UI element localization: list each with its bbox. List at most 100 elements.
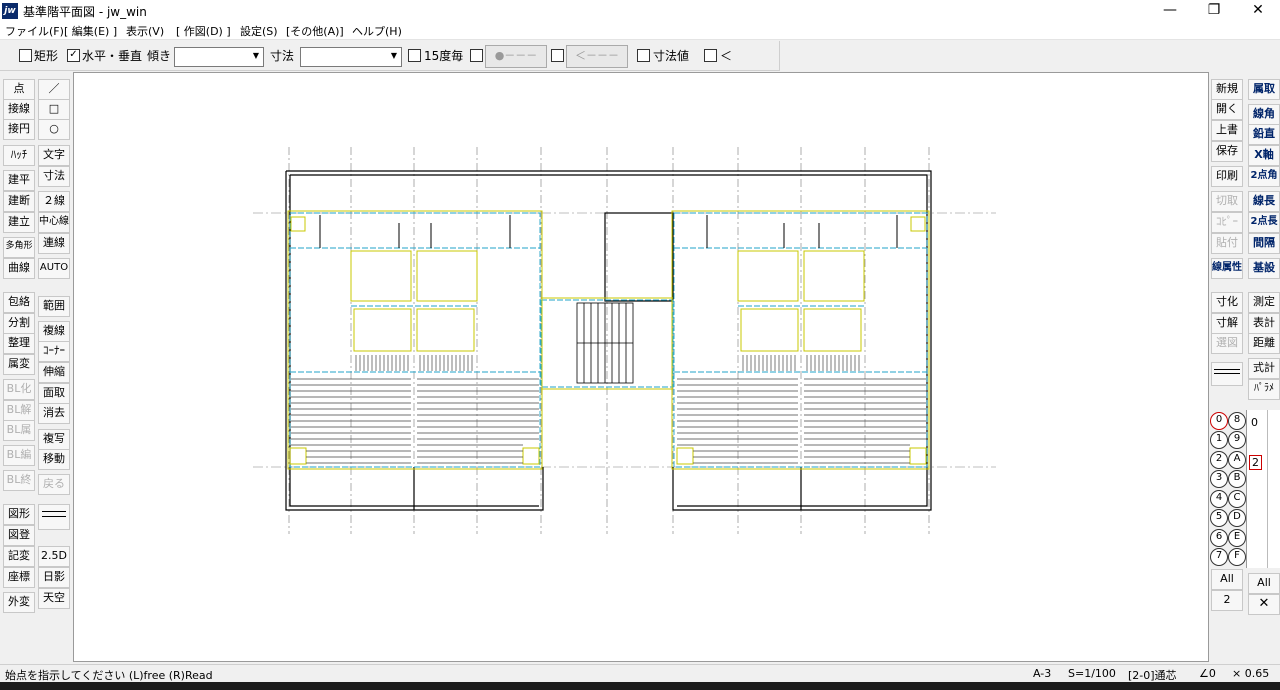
tool-tangent-line[interactable]: 接線 (3, 99, 35, 120)
zoom-indicator[interactable]: × 0.65 (1232, 667, 1269, 680)
tool-bl-end[interactable]: BL終 (3, 470, 35, 491)
tool-symbol-change[interactable]: 記変 (3, 546, 35, 567)
tool-divide[interactable]: 分割 (3, 313, 35, 334)
tool-dimension[interactable]: 寸法 (38, 166, 70, 187)
tool-envelope[interactable]: 包絡 (3, 292, 35, 313)
tool-linetype-box[interactable] (1211, 362, 1243, 386)
arrow-checkbox[interactable] (551, 49, 564, 62)
tool-print[interactable]: 印刷 (1211, 166, 1243, 187)
tool-vertical[interactable]: 鉛直 (1248, 124, 1280, 145)
dim-combo[interactable]: ▼ (300, 47, 402, 67)
tool-spacing[interactable]: 間隔 (1248, 233, 1280, 254)
menu-edit[interactable]: [ 編集(E) ] (64, 23, 117, 39)
tool-center-line[interactable]: 中心線 (38, 212, 70, 233)
layer-button-a[interactable]: A (1228, 451, 1246, 469)
layer-button-e[interactable]: E (1228, 529, 1246, 547)
menu-help[interactable]: ヘルプ(H) (352, 23, 402, 39)
circle-checkbox[interactable] (470, 49, 483, 62)
tool-tangent-circle[interactable]: 接円 (3, 119, 35, 140)
tool-copy-clip[interactable]: ｺﾋﾟｰ (1211, 212, 1243, 233)
group-button-4[interactable]: 4 (1210, 490, 1228, 508)
paper-size-indicator[interactable]: A-3 (1033, 667, 1051, 680)
maximize-button[interactable]: ❐ (1192, 0, 1236, 22)
tool-parameters[interactable]: ﾊﾟﾗﾒ (1248, 379, 1280, 400)
group-button-3[interactable]: 3 (1210, 470, 1228, 488)
menu-other[interactable]: [その他(A)] (286, 23, 344, 39)
layer-indicator[interactable]: [2-0]通芯 (1128, 667, 1177, 683)
lt-checkbox[interactable] (704, 49, 717, 62)
tool-move[interactable]: 移動 (38, 449, 70, 470)
tool-cleanup[interactable]: 整理 (3, 333, 35, 354)
group-button-5[interactable]: 5 (1210, 509, 1228, 527)
minimize-button[interactable]: — (1148, 0, 1192, 22)
dimvalue-checkbox[interactable] (637, 49, 650, 62)
tool-rectangle[interactable]: □ (38, 99, 70, 120)
close-button[interactable]: ✕ (1236, 0, 1280, 22)
rect-checkbox[interactable] (19, 49, 32, 62)
tool-double-line[interactable]: ２線 (38, 191, 70, 212)
tool-line-attr[interactable]: 線属性 (1211, 258, 1243, 279)
tool-distance[interactable]: 距離 (1248, 333, 1280, 354)
tool-line-length[interactable]: 線長 (1248, 191, 1280, 212)
tool-section[interactable]: 建断 (3, 191, 35, 212)
tool-dim-select[interactable]: 選図 (1211, 333, 1243, 354)
layer-button-9[interactable]: 9 (1228, 431, 1246, 449)
all-layers-button[interactable]: All (1248, 573, 1280, 594)
tool-measure[interactable]: 測定 (1248, 292, 1280, 313)
layer-button-b[interactable]: B (1228, 470, 1246, 488)
hv-checkbox[interactable]: ✓ (67, 49, 80, 62)
tool-circle[interactable]: ○ (38, 119, 70, 140)
group-button-0[interactable]: 0 (1210, 412, 1228, 430)
group-button-2[interactable]: 2 (1210, 451, 1228, 469)
tool-new[interactable]: 新規 (1211, 79, 1243, 100)
scale-indicator[interactable]: S=1/100 (1068, 667, 1116, 680)
tool-line-type-preview[interactable] (38, 504, 70, 530)
tool-attr-change[interactable]: 属変 (3, 354, 35, 375)
tool-two-point-length[interactable]: 2点長 (1248, 212, 1280, 233)
layer-button-d[interactable]: D (1228, 509, 1246, 527)
layer-button-8[interactable]: 8 (1228, 412, 1246, 430)
tool-chamfer[interactable]: 面取 (38, 383, 70, 404)
tool-bl-release[interactable]: BL解 (3, 400, 35, 421)
group-button-6[interactable]: 6 (1210, 529, 1228, 547)
arrow-option-button[interactable]: ＜－－－ (566, 45, 628, 68)
tool-elevation[interactable]: 建立 (3, 212, 35, 233)
tool-table-calc[interactable]: 表計 (1248, 313, 1280, 334)
tool-attr-take[interactable]: 属取 (1248, 79, 1280, 100)
tool-text[interactable]: 文字 (38, 145, 70, 166)
tool-range[interactable]: 範囲 (38, 296, 70, 317)
tool-overwrite[interactable]: 上書 (1211, 120, 1243, 141)
menu-file[interactable]: ファイル(F) (5, 23, 64, 39)
tool-offset[interactable]: 複線 (38, 321, 70, 342)
angle-combo[interactable]: ▼ (174, 47, 264, 67)
tool-auto[interactable]: AUTO (38, 258, 70, 279)
tool-two-point-angle[interactable]: 2点角 (1248, 166, 1280, 187)
tool-copy[interactable]: 複写 (38, 429, 70, 450)
group-button-1[interactable]: 1 (1210, 431, 1228, 449)
layer-button-c[interactable]: C (1228, 490, 1246, 508)
deg15-checkbox[interactable] (408, 49, 421, 62)
tool-cut[interactable]: 切取 (1211, 191, 1243, 212)
all-groups-button[interactable]: All (1211, 569, 1243, 590)
tool-shadow[interactable]: 日影 (38, 567, 70, 588)
tool-dim-make[interactable]: 寸化 (1211, 292, 1243, 313)
tool-bl-edit[interactable]: BL編 (3, 445, 35, 466)
tool-save[interactable]: 保存 (1211, 141, 1243, 162)
tool-erase[interactable]: 消去 (38, 403, 70, 424)
group-button-7[interactable]: 7 (1210, 548, 1228, 566)
layer-button-f[interactable]: F (1228, 548, 1246, 566)
tool-stretch[interactable]: 伸縮 (38, 362, 70, 383)
menu-view[interactable]: 表示(V) (126, 23, 164, 39)
tool-external-change[interactable]: 外変 (3, 592, 35, 613)
angle-indicator[interactable]: ∠0 (1199, 667, 1216, 680)
tool-coordinates[interactable]: 座標 (3, 567, 35, 588)
layer-status-column[interactable]: 0 2 (1246, 410, 1280, 568)
tool-dim-release[interactable]: 寸解 (1211, 313, 1243, 334)
tool-bl-attr[interactable]: BL属 (3, 420, 35, 441)
tool-figure[interactable]: 図形 (3, 504, 35, 525)
tool-line[interactable]: ／ (38, 79, 70, 100)
tool-2-5d[interactable]: 2.5D (38, 546, 70, 567)
tool-formula-calc[interactable]: 式計 (1248, 358, 1280, 379)
tool-base-setting[interactable]: 基設 (1248, 258, 1280, 279)
circle-option-button[interactable]: ●－－－ (485, 45, 547, 68)
